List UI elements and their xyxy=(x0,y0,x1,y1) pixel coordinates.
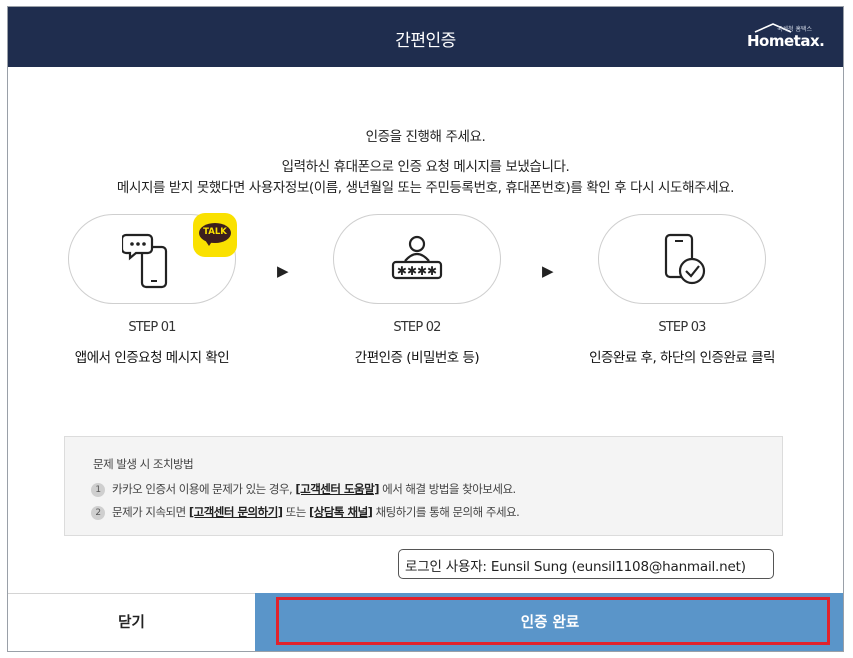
logo-text: Hometax. xyxy=(747,32,825,50)
troubleshooting-title: 문제 발생 시 조치방법 xyxy=(93,457,194,471)
logged-in-user-tooltip: 로그인 사용자: Eunsil Sung (eunsil1108@hanmail… xyxy=(398,549,774,579)
auth-complete-button[interactable]: 인증 완료 xyxy=(255,593,843,651)
kakao-talk-badge: TALK xyxy=(193,213,237,257)
item-1-text-pre: 카카오 인증서 이용에 문제가 있는 경우, xyxy=(112,482,296,496)
auth-complete-label: 인증 완료 xyxy=(520,615,580,631)
item-2-text-post: 채팅하기를 통해 문의해 주세요. xyxy=(372,505,520,519)
step-03-bubble xyxy=(598,214,766,304)
instruction-line-2: 입력하신 휴대폰으로 인증 요청 메시지를 보냈습니다. xyxy=(281,159,570,175)
hometax-logo: 국세청 홈택스 Hometax. xyxy=(747,23,825,53)
help-center-guide-link[interactable]: [고객센터 도움말] xyxy=(295,482,379,496)
phone-message-icon xyxy=(122,233,168,289)
close-button[interactable]: 닫기 xyxy=(8,593,255,651)
step-arrow-2: ▶ xyxy=(542,262,554,280)
step-02-bubble: ✱✱✱✱ xyxy=(333,214,501,304)
step-arrow-1: ▶ xyxy=(277,262,289,280)
dialog-footer: 닫기 인증 완료 xyxy=(8,593,843,651)
item-1-text-post: 에서 해결 방법을 찾아보세요. xyxy=(378,482,516,496)
phone-check-icon xyxy=(664,233,706,285)
item-2-text-pre: 문제가 지속되면 xyxy=(112,505,189,519)
kakao-talk-text: TALK xyxy=(203,227,227,237)
auth-dialog: 간편인증 국세청 홈택스 Hometax. 인증을 진행해 주세요. 입력하신 … xyxy=(7,6,844,652)
dialog-title: 간편인증 xyxy=(395,31,456,51)
troubleshooting-item-1: 1 카카오 인증서 이용에 문제가 있는 경우, [고객센터 도움말] 에서 해결… xyxy=(91,481,516,497)
step-01-desc: 앱에서 인증요청 메시지 확인 xyxy=(74,350,230,366)
step-03-label: STEP 03 xyxy=(658,320,706,335)
svg-text:✱✱✱✱: ✱✱✱✱ xyxy=(397,264,437,278)
instruction-heading: 인증을 진행해 주세요. xyxy=(365,129,486,145)
item-2-text-mid: 또는 xyxy=(282,505,310,519)
dialog-header: 간편인증 국세청 홈택스 Hometax. xyxy=(8,7,843,67)
item-number-badge: 1 xyxy=(91,483,105,497)
step-02-label: STEP 02 xyxy=(393,320,441,335)
step-03-desc: 인증완료 후, 하단의 인증완료 클릭 xyxy=(589,350,775,366)
user-password-icon: ✱✱✱✱ xyxy=(391,235,443,280)
troubleshooting-item-2: 2 문제가 지속되면 [고객센터 문의하기] 또는 [상담톡 채널] 채팅하기를 … xyxy=(91,504,520,520)
instruction-line-3: 메시지를 받지 못했다면 사용자정보(이름, 생년월일 또는 주민등록번호, 휴… xyxy=(116,180,735,196)
chat-channel-link[interactable]: [상담톡 채널] xyxy=(309,505,373,519)
help-center-inquiry-link[interactable]: [고객센터 문의하기] xyxy=(189,505,283,519)
item-number-badge: 2 xyxy=(91,506,105,520)
step-01-label: STEP 01 xyxy=(128,320,176,335)
troubleshooting-box: 문제 발생 시 조치방법 1 카카오 인증서 이용에 문제가 있는 경우, [고객… xyxy=(64,436,783,536)
step-02-desc: 간편인증 (비밀번호 등) xyxy=(354,350,480,366)
